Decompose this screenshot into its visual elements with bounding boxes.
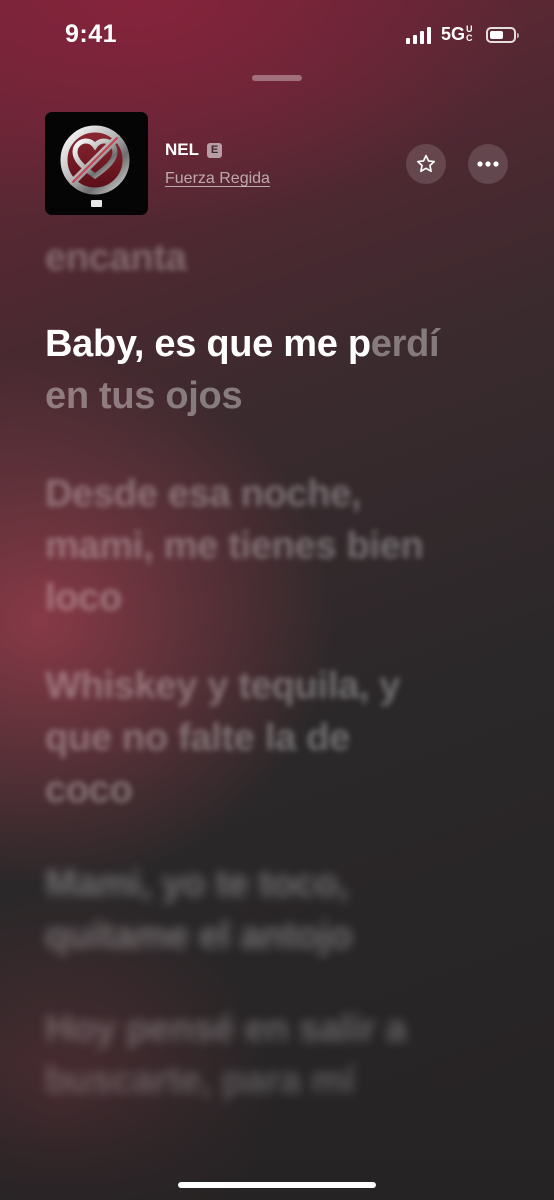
network-label: 5G: [440, 24, 465, 44]
lyric-line-current[interactable]: Baby, es que me perdí en tus ojos: [45, 318, 445, 422]
sheet-grabber[interactable]: [252, 75, 302, 81]
explicit-badge: E: [207, 142, 222, 158]
network-type: 5G UC: [441, 24, 474, 45]
song-title-row[interactable]: NEL E: [165, 140, 222, 160]
song-title: NEL: [165, 140, 199, 159]
battery-icon: [486, 26, 519, 43]
status-bar: 9:41 5G UC: [0, 0, 554, 74]
ellipsis-icon: [477, 161, 499, 167]
bottom-fade: [0, 1060, 554, 1200]
lyric-line-previous[interactable]: encanta: [45, 232, 445, 284]
status-time: 9:41: [65, 20, 118, 48]
favorite-button[interactable]: [406, 144, 446, 184]
lyric-line-upcoming[interactable]: Mami, yo te toco, quítame el antojo: [45, 858, 435, 962]
network-suffix: UC: [466, 24, 473, 43]
album-artwork[interactable]: [45, 112, 148, 215]
more-options-button[interactable]: [468, 144, 508, 184]
star-icon: [416, 154, 436, 173]
status-indicators: 5G UC: [405, 24, 519, 45]
artist-link[interactable]: Fuerza Regida: [165, 170, 270, 188]
battery-level: [490, 30, 503, 39]
cellular-signal-icon: [405, 26, 431, 44]
lyric-line-upcoming[interactable]: Desde esa noche, mami, me tienes bien lo…: [45, 468, 445, 624]
lyric-sung-part: Baby, es que me p: [45, 323, 371, 365]
lyric-line-upcoming[interactable]: Whiskey y tequila, y que no falte la de …: [45, 660, 445, 816]
home-indicator[interactable]: [178, 1182, 376, 1188]
now-playing-header: NEL E Fuerza Regida: [45, 112, 508, 216]
parental-advisory-label: [91, 200, 102, 207]
